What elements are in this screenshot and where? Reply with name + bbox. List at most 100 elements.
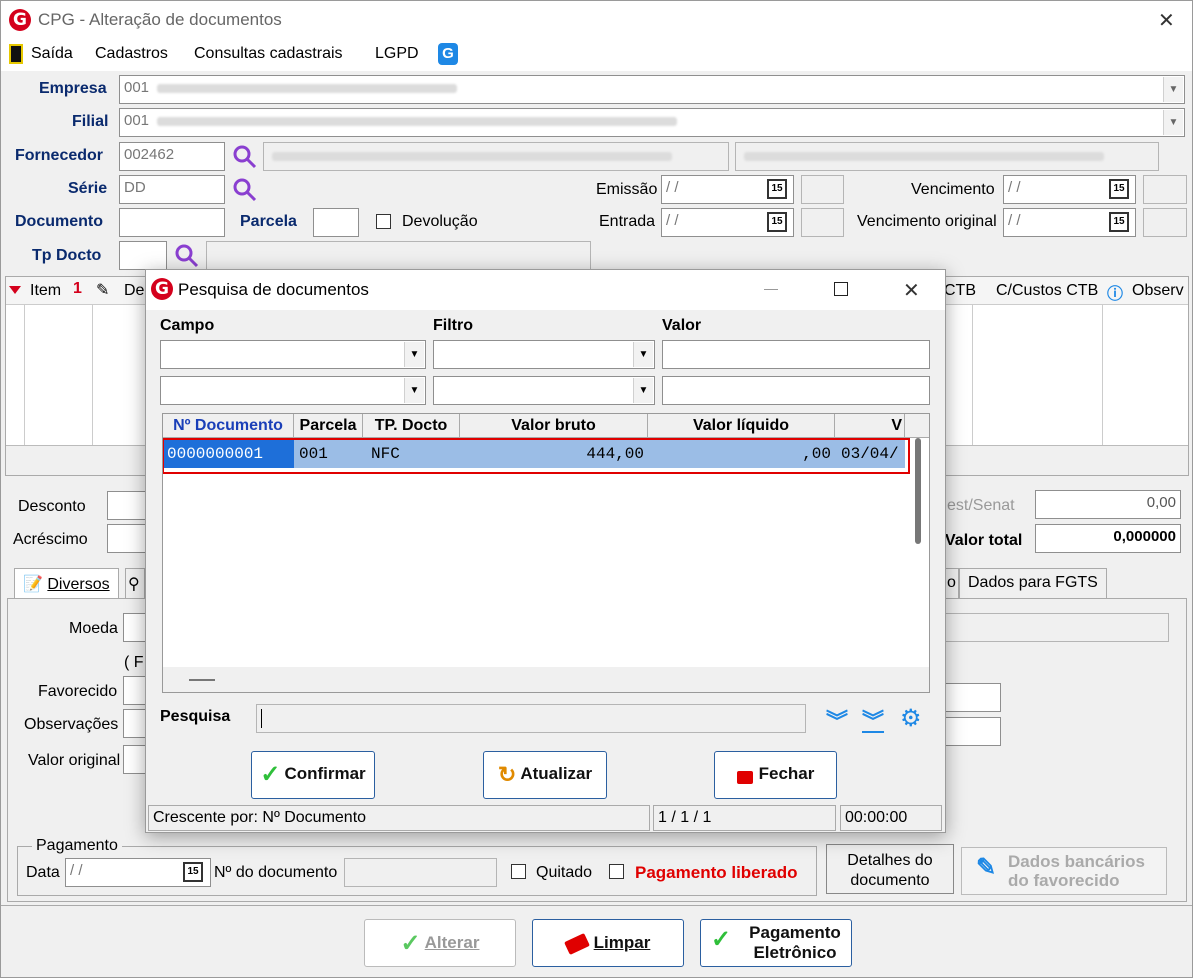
filial-select[interactable]: 001 ▼ (119, 108, 1185, 137)
col-valor-bruto[interactable]: Valor bruto (460, 414, 648, 438)
valor-original-label: Valor original (28, 752, 121, 769)
observacoes-extra-input[interactable] (945, 717, 1001, 746)
check-icon: ✓ (260, 760, 281, 788)
dados-bancarios-button[interactable]: ✎ Dados bancários do favorecido (961, 847, 1167, 895)
info-required-icon: 1 (73, 280, 82, 297)
tab-partial-o[interactable]: o (945, 568, 959, 598)
empresa-label: Empresa (39, 80, 107, 97)
fornecedor-name-field (263, 142, 729, 171)
campo-select-1[interactable]: ▼ (160, 340, 426, 369)
documento-input[interactable] (119, 208, 225, 237)
empresa-select[interactable]: 001 ▼ (119, 75, 1185, 104)
menu-bar: Saída Cadastros Consultas cadastrais LGP… (1, 39, 1192, 71)
window-title: CPG - Alteração de documentos (38, 10, 282, 29)
acrescimo-label: Acréscimo (13, 531, 88, 548)
col-item[interactable]: Item (30, 282, 61, 300)
status-count: 1 / 1 / 1 (653, 805, 836, 831)
dialog-logo-icon: G (151, 278, 173, 300)
detalhes-documento-button[interactable]: Detalhes do documento (826, 844, 954, 894)
maximize-icon[interactable] (834, 282, 848, 296)
pagamento-liberado-label: Pagamento liberado (635, 863, 798, 882)
minimize-icon[interactable] (764, 289, 778, 290)
double-chevron-down-icon[interactable]: ︾ (826, 704, 848, 736)
filtro-select-2[interactable]: ▼ (433, 376, 655, 405)
campo-select-2[interactable]: ▼ (160, 376, 426, 405)
menu-consultas-cadastrais[interactable]: Consultas cadastrais (194, 45, 343, 63)
fechar-button[interactable]: Fechar (714, 751, 837, 799)
pencil-icon: ✎ (976, 854, 997, 881)
confirmar-button[interactable]: ✓ Confirmar (251, 751, 375, 799)
favorecido-extra-input[interactable] (945, 683, 1001, 712)
pesquisa-input[interactable] (256, 704, 806, 733)
gear-icon[interactable]: ⚙ (900, 704, 922, 733)
tab-diversos[interactable]: 📝 Diversos (14, 568, 119, 598)
entrada-extra-field (801, 208, 844, 237)
tab-dados-fgts[interactable]: Dados para FGTS (959, 568, 1107, 598)
app-logo-icon: G (9, 9, 31, 31)
col-valor-liquido[interactable]: Valor líquido (648, 414, 835, 438)
chevron-down-end-icon[interactable]: ︾ (862, 704, 884, 736)
info-icon: ⓘ (1107, 286, 1124, 303)
pagamento-calendar-icon[interactable]: 15 (183, 862, 203, 882)
vencimento-calendar-icon[interactable]: 15 (1109, 179, 1129, 199)
serie-input[interactable]: DD (119, 175, 225, 204)
acrescimo-input[interactable] (107, 524, 147, 553)
moeda-desc-field (945, 613, 1169, 642)
paren-label: ( F (124, 654, 144, 671)
status-time: 00:00:00 (840, 805, 942, 831)
dialog-close-icon[interactable]: ✕ (903, 278, 920, 303)
col-ccustos-ctb[interactable]: C/Custos CTB (996, 282, 1098, 300)
alterar-button[interactable]: ✓ Alterar (364, 919, 516, 967)
row-highlight-box (163, 438, 910, 474)
menu-cadastros[interactable]: Cadastros (95, 45, 168, 63)
documentos-grid[interactable]: Nº Documento Parcela TP. Docto Valor bru… (162, 413, 930, 693)
filtro-select-1[interactable]: ▼ (433, 340, 655, 369)
entrada-label: Entrada (599, 213, 656, 230)
valor-input-2[interactable] (662, 376, 930, 405)
col-observ[interactable]: Observ (1132, 282, 1184, 300)
col-tp-docto[interactable]: TP. Docto (363, 414, 460, 438)
grid-scrollbar-h[interactable] (163, 667, 929, 692)
search-fornecedor-icon[interactable] (232, 144, 258, 170)
vencimento-original-calendar-icon[interactable]: 15 (1109, 212, 1129, 232)
col-ctb[interactable]: CTB (944, 282, 976, 300)
parcela-input[interactable] (313, 208, 359, 237)
desconto-input[interactable] (107, 491, 147, 520)
tpdocto-label: Tp Docto (32, 247, 102, 264)
col-n-documento[interactable]: Nº Documento (163, 414, 294, 438)
limpar-button[interactable]: Limpar (532, 919, 684, 967)
col-de[interactable]: De (124, 282, 144, 300)
pagamento-eletronico-button[interactable]: ✓ Pagamento Eletrônico (700, 919, 852, 967)
emissao-calendar-icon[interactable]: 15 (767, 179, 787, 199)
valor-input-1[interactable] (662, 340, 930, 369)
menu-saida[interactable]: Saída (31, 45, 73, 63)
col-parcela[interactable]: Parcela (294, 414, 363, 438)
search-serie-icon[interactable] (232, 177, 258, 203)
fornecedor-fantasia-field (735, 142, 1159, 171)
fornecedor-input[interactable]: 002462 (119, 142, 225, 171)
grid-scrollbar-v[interactable] (915, 438, 921, 544)
atualizar-button[interactable]: ↻ Atualizar (483, 751, 607, 799)
dialog-title: Pesquisa de documentos (178, 280, 369, 299)
filial-label: Filial (72, 113, 109, 130)
quitado-label: Quitado (536, 864, 593, 881)
g-app-icon[interactable]: G (438, 43, 458, 65)
valor-total-label: Valor total (945, 532, 1023, 549)
eraser-icon (563, 932, 590, 955)
quitado-checkbox[interactable] (511, 864, 526, 879)
documento-label: Documento (15, 213, 103, 230)
sort-down-icon (9, 286, 21, 294)
vencimento-original-label: Vencimento original (857, 213, 997, 230)
col-v[interactable]: V (835, 414, 905, 438)
close-icon[interactable]: ✕ (1158, 8, 1175, 33)
ndoc-label: Nº do documento (214, 864, 338, 881)
sest-senat-label: est/Senat (947, 497, 1015, 514)
menu-lgpd[interactable]: LGPD (375, 45, 419, 63)
tpdocto-input[interactable] (119, 241, 167, 270)
main-window: G CPG - Alteração de documentos ✕ Saída … (0, 0, 1193, 978)
search-tpdocto-icon[interactable] (174, 243, 200, 269)
entrada-calendar-icon[interactable]: 15 (767, 212, 787, 232)
devolucao-checkbox[interactable] (376, 214, 391, 229)
tab-partial[interactable]: ⚲ (125, 568, 145, 598)
liberado-checkbox[interactable] (609, 864, 624, 879)
